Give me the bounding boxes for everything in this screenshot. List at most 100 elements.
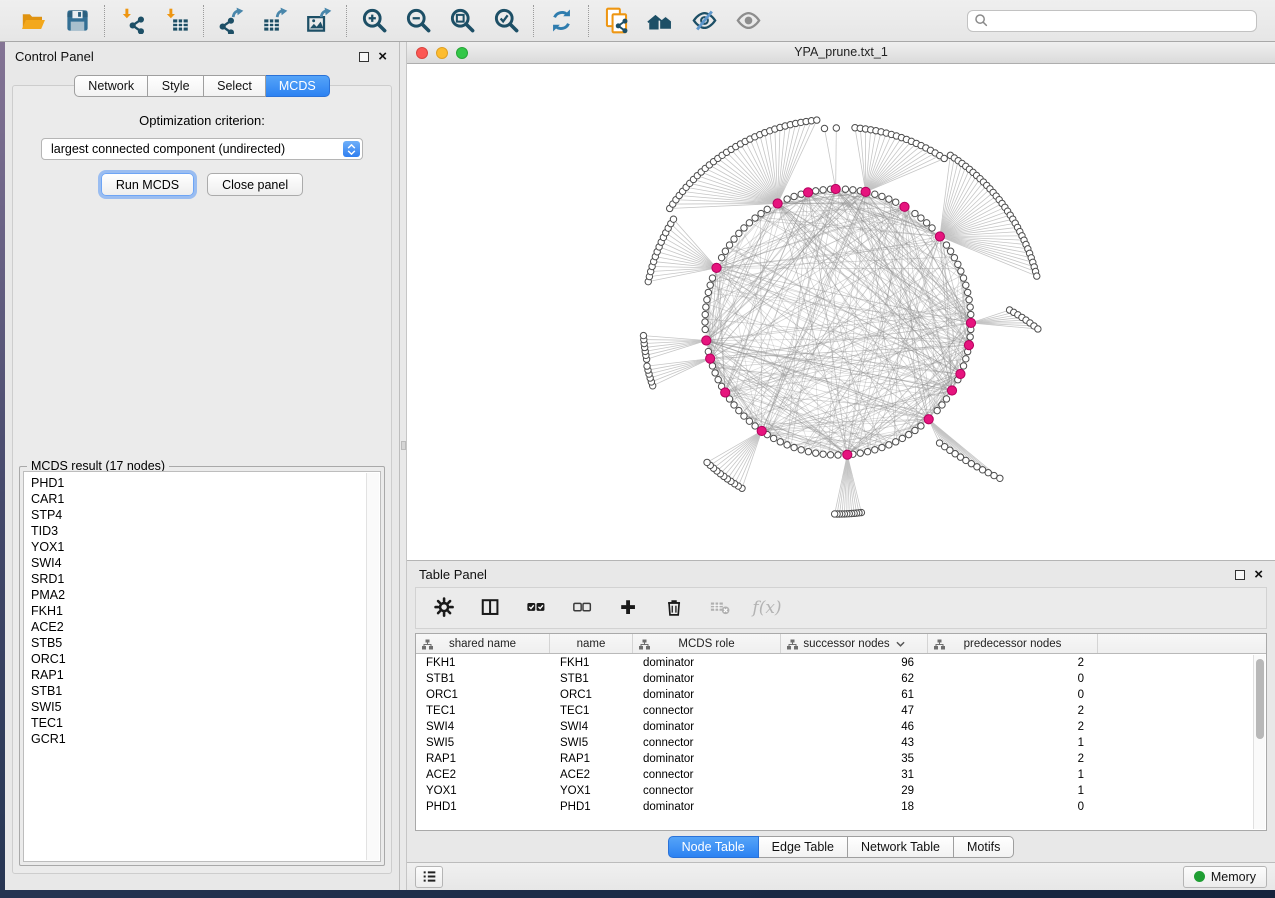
create-column-button[interactable] xyxy=(616,595,642,621)
tab-mcds[interactable]: MCDS xyxy=(266,75,330,97)
close-panel-icon[interactable]: × xyxy=(378,52,387,62)
table-row[interactable]: RAP1RAP1dominator352 xyxy=(416,751,1252,767)
select-all-button[interactable] xyxy=(524,595,550,621)
first-neighbors-icon xyxy=(647,7,674,34)
apply-layout-button[interactable] xyxy=(545,5,577,37)
unselect-all-icon xyxy=(572,597,594,619)
tab-network[interactable]: Network xyxy=(74,75,148,97)
tab-select[interactable]: Select xyxy=(204,75,266,97)
export-image-button[interactable] xyxy=(303,5,335,37)
mcds-result-node[interactable]: SWI5 xyxy=(24,699,380,715)
tab-style[interactable]: Style xyxy=(148,75,204,97)
column-header-shared-name[interactable]: shared name xyxy=(416,634,550,653)
table-row[interactable]: SWI5SWI5connector431 xyxy=(416,735,1252,751)
float-panel-icon[interactable] xyxy=(359,52,369,62)
show-column-panel-icon xyxy=(480,597,502,619)
table-row[interactable]: TEC1TEC1connector472 xyxy=(416,703,1252,719)
hide-selected-button[interactable] xyxy=(688,5,720,37)
mcds-result-node[interactable]: SWI4 xyxy=(24,555,380,571)
delete-table-button xyxy=(708,595,734,621)
mcds-result-node[interactable]: SRD1 xyxy=(24,571,380,587)
mcds-tab-content: Optimization criterion: largest connecte… xyxy=(12,85,392,874)
table-row[interactable]: PHD1PHD1dominator180 xyxy=(416,799,1252,815)
table-row[interactable]: YOX1YOX1connector291 xyxy=(416,783,1252,799)
mcds-result-node[interactable]: ACE2 xyxy=(24,619,380,635)
tab-motifs[interactable]: Motifs xyxy=(954,836,1014,858)
mcds-result-list[interactable]: PHD1CAR1STP4TID3YOX1SWI4SRD1PMA2FKH1ACE2… xyxy=(23,471,381,862)
export-table-button[interactable] xyxy=(259,5,291,37)
window-zoom-button[interactable] xyxy=(456,47,468,59)
criterion-dropdown[interactable]: largest connected component (undirected) xyxy=(41,138,363,160)
optimization-criterion-label: Optimization criterion: xyxy=(13,113,391,128)
export-network-icon xyxy=(218,7,245,34)
mcds-result-node[interactable]: PMA2 xyxy=(24,587,380,603)
mcds-result-node[interactable]: ORC1 xyxy=(24,651,380,667)
mcds-result-node[interactable]: TID3 xyxy=(24,523,380,539)
node-table: shared namenameMCDS rolesuccessor nodesp… xyxy=(415,633,1267,831)
tab-node-table[interactable]: Node Table xyxy=(668,836,759,858)
tab-network-table[interactable]: Network Table xyxy=(848,836,954,858)
mcds-result-node[interactable]: STB1 xyxy=(24,683,380,699)
column-header-successor-nodes[interactable]: successor nodes xyxy=(781,634,928,653)
search-box[interactable] xyxy=(967,10,1257,32)
close-table-panel-icon[interactable]: × xyxy=(1254,570,1263,580)
table-scrollbar[interactable] xyxy=(1253,655,1265,829)
show-all-button[interactable] xyxy=(732,5,764,37)
import-table-button[interactable] xyxy=(160,5,192,37)
function-builder-button: f(x) xyxy=(754,595,780,621)
control-panel: Control Panel × NetworkStyleSelectMCDS O… xyxy=(5,42,400,890)
window-minimize-button[interactable] xyxy=(436,47,448,59)
window-close-button[interactable] xyxy=(416,47,428,59)
import-network-button[interactable] xyxy=(116,5,148,37)
import-network-icon xyxy=(119,7,146,34)
column-header-MCDS-role[interactable]: MCDS role xyxy=(633,634,781,653)
zoom-selected-button[interactable] xyxy=(490,5,522,37)
mcds-result-node[interactable]: GCR1 xyxy=(24,731,380,747)
tab-edge-table[interactable]: Edge Table xyxy=(759,836,848,858)
table-row[interactable]: ORC1ORC1dominator610 xyxy=(416,687,1252,703)
column-header-predecessor-nodes[interactable]: predecessor nodes xyxy=(928,634,1098,653)
table-row[interactable]: FKH1FKH1dominator962 xyxy=(416,655,1252,671)
search-input[interactable] xyxy=(993,13,1250,29)
save-session-button[interactable] xyxy=(61,5,93,37)
memory-button[interactable]: Memory xyxy=(1183,866,1267,888)
mcds-list-scrollbar[interactable] xyxy=(366,473,379,860)
first-neighbors-button[interactable] xyxy=(644,5,676,37)
mcds-result-node[interactable]: STP4 xyxy=(24,507,380,523)
mcds-result-node[interactable]: TEC1 xyxy=(24,715,380,731)
column-header-name[interactable]: name xyxy=(550,634,633,653)
table-row[interactable]: SWI4SWI4dominator462 xyxy=(416,719,1252,735)
table-panel-title: Table Panel xyxy=(419,567,487,582)
mcds-result-node[interactable]: CAR1 xyxy=(24,491,380,507)
main-toolbar xyxy=(0,0,1275,42)
task-history-button[interactable] xyxy=(415,866,443,888)
status-bar: Memory xyxy=(407,862,1275,890)
run-mcds-button[interactable]: Run MCDS xyxy=(101,173,194,196)
mcds-result-node[interactable]: YOX1 xyxy=(24,539,380,555)
table-row[interactable]: STB1STB1dominator620 xyxy=(416,671,1252,687)
new-network-from-selection-button[interactable] xyxy=(600,5,632,37)
vertical-splitter[interactable] xyxy=(400,42,407,890)
network-canvas[interactable] xyxy=(407,64,1275,560)
open-file-button[interactable] xyxy=(17,5,49,37)
mcds-result-node[interactable]: PHD1 xyxy=(24,475,380,491)
column-settings-button[interactable] xyxy=(432,595,458,621)
table-row[interactable]: ACE2ACE2connector311 xyxy=(416,767,1252,783)
zoom-out-button[interactable] xyxy=(402,5,434,37)
mcds-result-node[interactable]: RAP1 xyxy=(24,667,380,683)
close-panel-button[interactable]: Close panel xyxy=(207,173,303,196)
control-panel-title: Control Panel xyxy=(15,49,94,64)
export-network-button[interactable] xyxy=(215,5,247,37)
network-window-title: YPA_prune.txt_1 xyxy=(794,45,888,59)
show-column-panel-button[interactable] xyxy=(478,595,504,621)
memory-status-icon xyxy=(1194,871,1205,882)
zoom-fit-button[interactable] xyxy=(446,5,478,37)
delete-column-button[interactable] xyxy=(662,595,688,621)
unselect-all-button[interactable] xyxy=(570,595,596,621)
table-toolbar: f(x) xyxy=(415,587,1267,629)
mcds-result-node[interactable]: STB5 xyxy=(24,635,380,651)
float-table-panel-icon[interactable] xyxy=(1235,570,1245,580)
mcds-result-node[interactable]: FKH1 xyxy=(24,603,380,619)
zoom-in-button[interactable] xyxy=(358,5,390,37)
function-builder-icon: f(x) xyxy=(752,598,781,618)
